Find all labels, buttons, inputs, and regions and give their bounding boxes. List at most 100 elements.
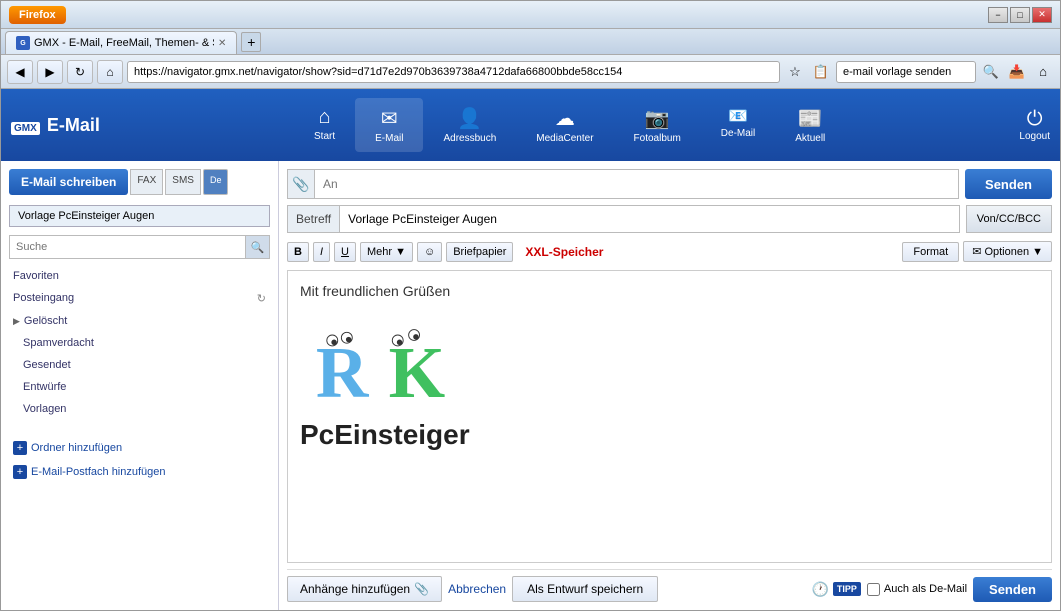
clock-icon: 🕐	[811, 581, 828, 598]
logout-label: Logout	[1019, 131, 1050, 142]
sidebar-gesendet[interactable]: Gesendet	[9, 356, 270, 374]
titlebar: Firefox − □ ✕	[1, 1, 1060, 29]
editor-area[interactable]: Mit freundlichen Grüßen R K	[287, 270, 1052, 563]
search-bar[interactable]	[836, 61, 976, 83]
bottom-bar: Anhänge hinzufügen 📎 Abbrechen Als Entwu…	[287, 569, 1052, 602]
recipient-input[interactable]	[315, 169, 959, 199]
de-tab[interactable]: De	[203, 169, 229, 195]
add-folder-button[interactable]: + Ordner hinzufügen	[9, 438, 270, 458]
editor-signature: R K	[300, 315, 1039, 451]
maximize-button[interactable]: □	[1010, 7, 1030, 23]
firefox-menu-button[interactable]: Firefox	[9, 6, 66, 24]
tipp-badge: TIPP	[833, 582, 861, 596]
gmx-logo-text: E-Mail	[47, 115, 100, 135]
nav-adressbuch-label: Adressbuch	[443, 133, 496, 144]
tab-title: GMX - E-Mail, FreeMail, Themen- & Sho...	[34, 37, 214, 49]
xxl-speicher-link[interactable]: XXL-Speicher	[517, 242, 611, 262]
sidebar-geloescht[interactable]: ▶Gelöscht	[9, 312, 270, 330]
fax-tab[interactable]: FAX	[130, 169, 163, 195]
send-button-top[interactable]: Senden	[965, 169, 1052, 199]
nav-email[interactable]: ✉ E-Mail	[355, 98, 423, 152]
bookmark-list-icon[interactable]: 📋	[810, 61, 832, 83]
bold-button[interactable]: B	[287, 242, 309, 262]
mediacenter-nav-icon: ☁	[555, 106, 575, 131]
address-bar[interactable]	[127, 61, 780, 83]
nav-demail[interactable]: 📧 De-Mail	[701, 98, 775, 152]
logout-button[interactable]: ⏻ Logout	[1019, 108, 1050, 142]
compose-button[interactable]: E-Mail schreiben	[9, 169, 128, 195]
home-nav-icon: ⌂	[319, 106, 331, 129]
de-mail-checkbox[interactable]	[867, 583, 880, 596]
compose-area: 📎 Senden Betreff Von/CC/BCC B I U Mehr	[279, 161, 1060, 610]
gmx-body: E-Mail schreiben FAX SMS De Vorlage PcEi…	[1, 161, 1060, 610]
sidebar-entwuerfe[interactable]: Entwürfe	[9, 378, 270, 396]
browser-tab[interactable]: G GMX - E-Mail, FreeMail, Themen- & Sho.…	[5, 31, 237, 54]
forward-button[interactable]: ▶	[37, 60, 63, 84]
add-folder-label: Ordner hinzufügen	[31, 442, 122, 454]
window-controls: − □ ✕	[988, 7, 1052, 23]
attachment-icon: 📎	[287, 169, 315, 199]
nav-aktuell[interactable]: 📰 Aktuell	[775, 98, 845, 152]
mehr-button[interactable]: Mehr ▼	[360, 242, 413, 262]
entwurf-button[interactable]: Als Entwurf speichern	[512, 576, 658, 602]
sms-tab[interactable]: SMS	[165, 169, 201, 195]
emoji-button[interactable]: ☺	[417, 242, 442, 262]
underline-button[interactable]: U	[334, 242, 356, 262]
close-button[interactable]: ✕	[1032, 7, 1052, 23]
vorlage-item[interactable]: Vorlage PcEinsteiger Augen	[9, 205, 270, 227]
add-folder-icon: +	[13, 441, 27, 455]
search-box: 🔍	[9, 235, 270, 259]
italic-button[interactable]: I	[313, 242, 330, 262]
search-input[interactable]	[10, 237, 245, 257]
tipp-area: 🕐 TIPP	[811, 581, 860, 598]
tab-favicon: G	[16, 36, 30, 50]
nav-demail-label: De-Mail	[721, 128, 755, 139]
email-nav-icon: ✉	[381, 106, 398, 131]
gmx-header: GMX E-Mail ⌂ Start ✉ E-Mail 👤 Adressbuch…	[1, 89, 1060, 161]
add-mailbox-button[interactable]: + E-Mail-Postfach hinzufügen	[9, 462, 270, 482]
de-mail-check: Auch als De-Mail	[867, 583, 967, 596]
sidebar-spamverdacht[interactable]: Spamverdacht	[9, 334, 270, 352]
minimize-button[interactable]: −	[988, 7, 1008, 23]
search-button[interactable]: 🔍	[245, 236, 269, 258]
nav-email-label: E-Mail	[375, 133, 403, 144]
tab-close-icon[interactable]: ✕	[218, 38, 226, 49]
nav-extra-icon[interactable]: 📥	[1006, 61, 1028, 83]
betreff-label: Betreff	[287, 205, 340, 233]
gmx-logo: GMX E-Mail	[11, 115, 100, 136]
sidebar-favoriten[interactable]: Favoriten	[9, 267, 270, 285]
attach-button[interactable]: Anhänge hinzufügen 📎	[287, 576, 442, 602]
send-button-bottom[interactable]: Senden	[973, 577, 1052, 602]
nav-fotoalbum[interactable]: 📷 Fotoalbum	[614, 98, 701, 152]
abbrechen-button[interactable]: Abbrechen	[448, 582, 506, 596]
nav-adressbuch[interactable]: 👤 Adressbuch	[423, 98, 516, 152]
sidebar-vorlagen[interactable]: Vorlagen	[9, 400, 270, 418]
subject-row: Betreff Von/CC/BCC	[287, 205, 1052, 233]
format-button[interactable]: Format	[902, 242, 959, 262]
home-button[interactable]: ⌂	[97, 60, 123, 84]
reload-button[interactable]: ↻	[67, 60, 93, 84]
back-button[interactable]: ◀	[7, 60, 33, 84]
nav-home-icon[interactable]: ⌂	[1032, 61, 1054, 83]
optionen-envelope-icon: ✉	[972, 245, 981, 258]
navbar: ◀ ▶ ↻ ⌂ ☆ 📋 🔍 📥 ⌂	[1, 55, 1060, 89]
signature-name: PcEinsteiger	[300, 419, 1039, 451]
optionen-button[interactable]: ✉ Optionen ▼	[963, 241, 1052, 262]
star-icon[interactable]: ☆	[784, 61, 806, 83]
nav-aktuell-label: Aktuell	[795, 133, 825, 144]
nav-start[interactable]: ⌂ Start	[294, 98, 355, 152]
adressbuch-nav-icon: 👤	[457, 106, 482, 131]
logout-icon: ⏻	[1027, 108, 1043, 131]
sidebar-posteingang[interactable]: Posteingang ↻	[9, 289, 270, 308]
gmx-logo-gmx: GMX	[11, 122, 40, 135]
paperclip-icon: 📎	[414, 582, 429, 596]
sidebar: E-Mail schreiben FAX SMS De Vorlage PcEi…	[1, 161, 279, 610]
nav-mediacenter[interactable]: ☁ MediaCenter	[516, 98, 613, 152]
new-tab-button[interactable]: +	[241, 32, 261, 52]
editor-greeting: Mit freundlichen Grüßen	[300, 283, 1039, 299]
reload-icon[interactable]: ↻	[257, 292, 266, 305]
voncc-button[interactable]: Von/CC/BCC	[966, 205, 1052, 233]
briefpapier-button[interactable]: Briefpapier	[446, 242, 513, 262]
subject-input[interactable]	[340, 205, 960, 233]
search-go-icon[interactable]: 🔍	[980, 61, 1002, 83]
